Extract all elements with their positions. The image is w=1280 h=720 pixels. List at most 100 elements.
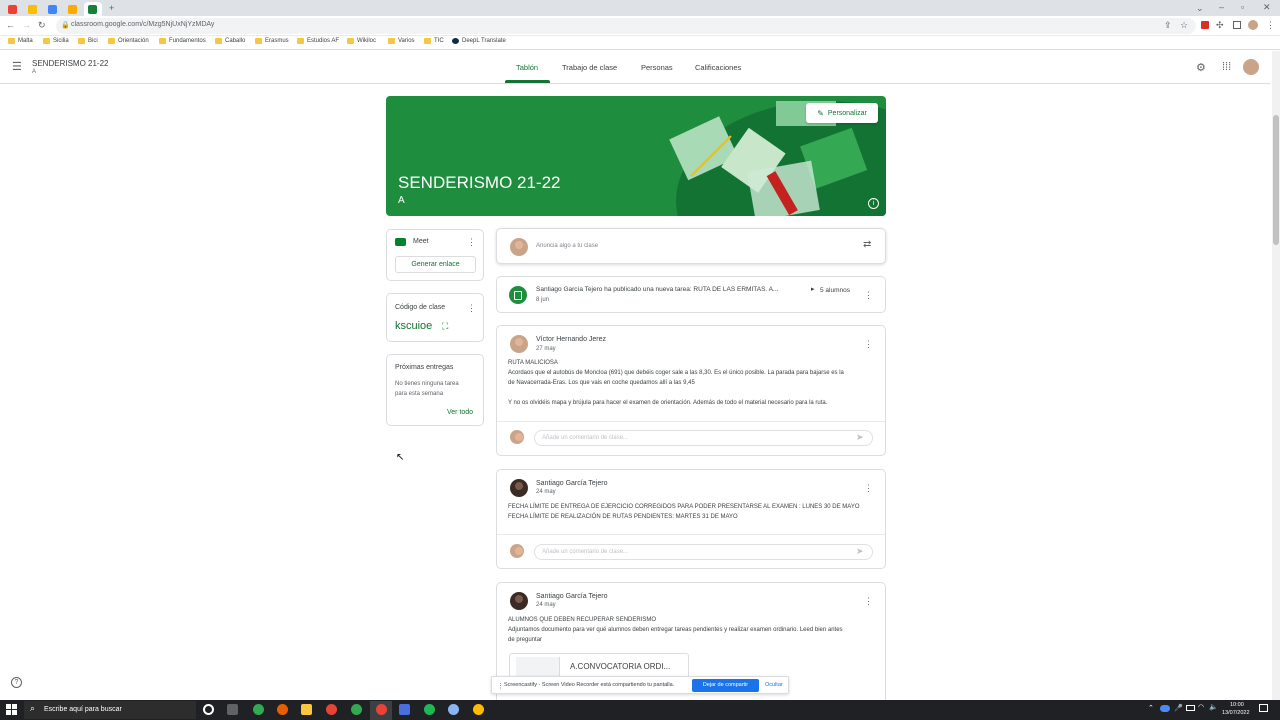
post-date: 27 may	[536, 346, 556, 352]
address-bar[interactable]	[56, 18, 1196, 34]
hamburger-menu-icon[interactable]: ☰	[12, 62, 22, 73]
hide-button[interactable]: Ocultar	[765, 682, 783, 688]
profile-avatar[interactable]	[1248, 20, 1258, 30]
share-icon[interactable]: ⇪	[1164, 20, 1172, 30]
bookmark-estudios-af[interactable]: Estudios AF	[297, 38, 339, 44]
tab-people[interactable]: Personas	[641, 63, 673, 72]
post-more-icon[interactable]: ⋮	[864, 484, 873, 493]
chrome-icon[interactable]	[326, 704, 337, 715]
account-avatar[interactable]	[1243, 59, 1259, 75]
cortana-icon[interactable]	[203, 704, 214, 715]
task-view-icon[interactable]	[227, 704, 238, 715]
battery-icon[interactable]	[1186, 705, 1195, 711]
folder-icon	[424, 38, 431, 44]
maximize-icon[interactable]: ▫	[1241, 2, 1244, 12]
folder-icon	[159, 38, 166, 44]
post-more-icon[interactable]: ⋮	[864, 340, 873, 349]
sidepanel-icon[interactable]	[1233, 21, 1241, 29]
close-window-icon[interactable]: ✕	[1263, 2, 1271, 12]
comment-input[interactable]: Añade un comentario de clase...	[534, 544, 873, 560]
post-more-icon[interactable]: ⋮	[864, 597, 873, 606]
tab-stream[interactable]: Tablón	[516, 63, 538, 72]
bookmark-varios[interactable]: Varios	[388, 38, 415, 44]
calendar-app-icon[interactable]	[399, 704, 410, 715]
taskbar-search-box[interactable]: Escribe aquí para buscar	[24, 701, 196, 719]
browser-tab-docs[interactable]	[44, 2, 62, 16]
chevron-down-icon[interactable]: ⌄	[1196, 3, 1204, 13]
generate-link-button[interactable]: Generar enlace	[395, 256, 476, 273]
task-notice-card[interactable]: Santiago García Tejero ha publicado una …	[496, 276, 886, 313]
header-class-title[interactable]: SENDERISMO 21-22	[32, 59, 108, 68]
bookmark-caballo[interactable]: Caballo	[215, 38, 245, 44]
announce-box[interactable]: Anuncia algo a tu clase ⇄	[496, 228, 886, 264]
send-icon[interactable]: ➤	[856, 432, 864, 443]
new-tab-icon[interactable]: +	[109, 3, 114, 13]
forward-icon[interactable]: →	[22, 20, 31, 30]
task-more-icon[interactable]: ⋮	[864, 291, 873, 300]
wifi-icon[interactable]: ◠	[1198, 703, 1204, 711]
bookmark-malta[interactable]: Malta	[8, 38, 33, 44]
star-icon[interactable]: ☆	[1180, 20, 1188, 30]
chrome-icon[interactable]	[473, 704, 484, 715]
bookmark-wikiloc[interactable]: Wikiloc	[347, 38, 376, 44]
students-count[interactable]: 5 alumnos	[820, 287, 850, 294]
browser-tab-classroom[interactable]	[84, 2, 102, 16]
tray-chevron-icon[interactable]: ⌃	[1148, 704, 1154, 712]
windows-start-icon[interactable]	[6, 704, 17, 715]
meet-more-icon[interactable]: ⋮	[467, 238, 476, 247]
browser-tab-drive[interactable]	[24, 2, 42, 16]
chrome-icon[interactable]	[351, 704, 362, 715]
announce-placeholder[interactable]: Anuncia algo a tu clase	[536, 243, 598, 249]
more-icon[interactable]: ⋮	[1266, 20, 1275, 30]
fullscreen-icon[interactable]: ⛶	[442, 321, 448, 332]
bookmark-erasmus[interactable]: Erasmus	[255, 38, 289, 44]
apps-grid-icon[interactable]: ⁞⁞⁞	[1222, 61, 1231, 73]
taskbar-app-icon[interactable]	[253, 704, 264, 715]
class-code-more-icon[interactable]: ⋮	[467, 304, 476, 313]
browser-tab-keep[interactable]	[64, 2, 82, 16]
url-text[interactable]: classroom.google.com/c/Mzg5NjUxNjYzMDAy	[71, 21, 214, 28]
taskbar-app-icon[interactable]	[448, 704, 459, 715]
bookmark-bici[interactable]: Bici	[78, 38, 98, 44]
repost-icon[interactable]: ⇄	[863, 239, 871, 250]
file-explorer-icon[interactable]	[301, 704, 312, 715]
notifications-icon[interactable]	[1259, 704, 1268, 712]
clock-date[interactable]: 13/07/2022	[1222, 710, 1250, 716]
bookmark-orientacion[interactable]: Orientación	[108, 38, 149, 44]
personalize-button[interactable]: ✎ Personalizar	[806, 103, 878, 123]
puzzle-icon[interactable]: ✣	[1216, 20, 1224, 30]
tab-grades[interactable]: Calificaciones	[695, 63, 741, 72]
send-icon[interactable]: ➤	[856, 546, 864, 557]
reload-icon[interactable]: ↻	[38, 20, 46, 30]
clock-time[interactable]: 10:00	[1230, 702, 1244, 708]
post-line: Adjuntamos documento para ver qué alumno…	[508, 627, 843, 633]
scrollbar-thumb[interactable]	[1273, 115, 1279, 245]
post-line-spacer	[508, 388, 878, 398]
spotify-icon[interactable]	[424, 704, 435, 715]
info-icon[interactable]: i	[868, 198, 879, 209]
attachment-title[interactable]: A.CONVOCATORIA ORDI...	[570, 662, 670, 671]
drag-handle-icon[interactable]: ⋮	[497, 682, 504, 690]
comment-input[interactable]: Añade un comentario de clase...	[534, 430, 873, 446]
browser-tab-gmail[interactable]	[4, 2, 22, 16]
stop-sharing-button[interactable]: Dejar de compartir	[692, 679, 759, 692]
microphone-icon[interactable]: 🎤	[1174, 704, 1183, 712]
bookmark-deepl[interactable]: DeepL Translate	[452, 38, 506, 44]
firefox-icon[interactable]	[277, 704, 288, 715]
bookmark-tic[interactable]: TIC	[424, 38, 444, 44]
help-icon[interactable]: ?	[11, 677, 22, 688]
lock-icon[interactable]: 🔒	[61, 21, 70, 31]
tab-classwork[interactable]: Trabajo de clase	[562, 63, 617, 72]
settings-gear-icon[interactable]: ⚙	[1196, 61, 1206, 74]
chrome-icon[interactable]	[376, 704, 387, 715]
bookmark-fundamentos[interactable]: Fundamentos	[159, 38, 206, 44]
volume-icon[interactable]: 🔈	[1209, 703, 1218, 711]
back-icon[interactable]: ←	[6, 20, 15, 30]
minimize-icon[interactable]: –	[1219, 2, 1224, 12]
view-all-link[interactable]: Ver todo	[447, 409, 473, 416]
bookmark-sicilia[interactable]: Sicilia	[43, 38, 69, 44]
banner-title: SENDERISMO 21-22	[398, 173, 561, 192]
task-notice-text[interactable]: Santiago García Tejero ha publicado una …	[536, 286, 778, 293]
extension-icon[interactable]	[1201, 21, 1209, 29]
onedrive-icon[interactable]	[1160, 705, 1170, 712]
